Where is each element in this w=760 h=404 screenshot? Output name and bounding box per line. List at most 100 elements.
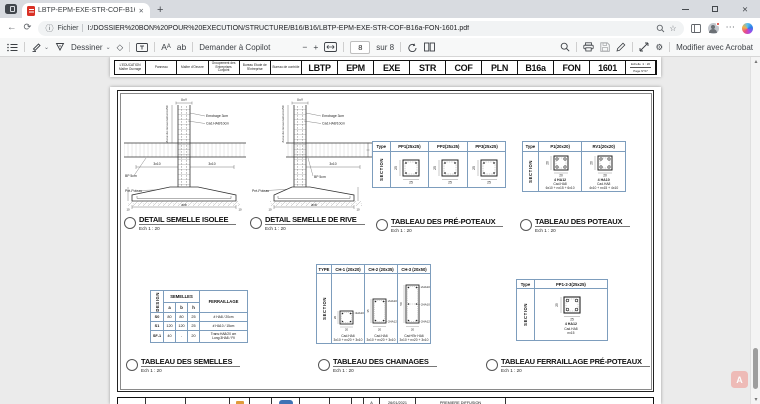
- code-cell: EXE: [374, 61, 411, 74]
- echelle-value: 1 : 20: [642, 62, 651, 66]
- read-aloud-icon[interactable]: ab: [177, 43, 186, 52]
- previous-page-strip: L'EDUCATION Maître Ouvrage Panneau Maîtr…: [110, 57, 661, 77]
- close-button[interactable]: ✕: [730, 0, 760, 18]
- toc-icon[interactable]: [7, 43, 18, 52]
- code-cell: EPM: [338, 61, 375, 74]
- section-sketch: 25 25: [472, 159, 498, 184]
- detail-semelle-rive-drawing: XxY Zone de recouvrement ≥50 Enrobage 3c…: [252, 98, 374, 212]
- revision-label-cell: PREMIERE DIFFUSION: [416, 398, 506, 404]
- print-icon[interactable]: [583, 42, 595, 52]
- group-header: SEMELLES: [163, 289, 200, 304]
- copilot-ask-button[interactable]: Demander à Copilot: [199, 43, 270, 52]
- dim-label: 10: [268, 208, 272, 212]
- dim-label: axb: [311, 203, 317, 207]
- draw-pen-icon[interactable]: [55, 42, 65, 52]
- zoom-search-icon[interactable]: [656, 24, 665, 33]
- svg-text:20: 20: [603, 173, 607, 176]
- column-header: PP3(25x25): [467, 141, 506, 152]
- scroll-down-icon[interactable]: ▾: [751, 396, 760, 403]
- browser-tab[interactable]: LBTP-EPM-EXE-STR-COF-B16a-FO ✕: [22, 3, 150, 18]
- acrobat-float-button[interactable]: A: [731, 371, 748, 388]
- column-header: CH-1 (20x20): [331, 264, 365, 274]
- sheet-page-label: Page N°: [633, 69, 645, 73]
- svg-text:20: 20: [377, 327, 381, 331]
- profile-avatar[interactable]: [707, 21, 720, 34]
- fit-width-icon[interactable]: [324, 42, 338, 52]
- zoom-out-icon[interactable]: −: [302, 43, 307, 52]
- page-info-icon[interactable]: ⓘ: [45, 23, 53, 34]
- ferraillage-header: FERRAILLAGE: [199, 290, 248, 313]
- bp-label: BP 5cm: [125, 174, 137, 178]
- section-label: SECTION: [378, 158, 384, 181]
- text-box-icon[interactable]: [136, 42, 149, 52]
- echelle-label: Echelle :: [631, 62, 643, 66]
- dim-label: 10: [238, 208, 242, 212]
- section-label: SECTION: [321, 297, 327, 320]
- dessiner-label[interactable]: Dessiner: [71, 43, 103, 52]
- edit-pen-icon[interactable]: [616, 42, 626, 52]
- company-logo: [278, 400, 293, 404]
- svg-text:2HA10: 2HA10: [421, 302, 430, 306]
- favorite-star-icon[interactable]: ☆: [669, 24, 676, 33]
- fullscreen-icon[interactable]: [639, 42, 649, 52]
- figure-title-semelle-isolee: DETAIL SEMELLE ISOLEE Ech 1 : 20: [124, 215, 237, 231]
- rebar-note: 3x10 + nx20 + 3x10: [399, 338, 429, 343]
- dim-label: 10: [356, 208, 360, 212]
- svg-text:25: 25: [487, 180, 491, 184]
- page-total-label: sur 8: [376, 42, 395, 52]
- address-bar[interactable]: ⓘ Fichier I:/DOSSIER%20BON%20POUR%20EXEC…: [38, 20, 684, 36]
- new-tab-button[interactable]: +: [157, 3, 163, 17]
- minimize-button[interactable]: [670, 0, 700, 18]
- column-header: RV1(20x20): [581, 141, 626, 152]
- sheet-header-table: L'EDUCATION Maître Ouvrage Panneau Maîtr…: [114, 60, 657, 75]
- tab-actions-button[interactable]: [0, 0, 22, 18]
- tab-title: LBTP-EPM-EXE-STR-COF-B16a-FO: [38, 7, 135, 14]
- figure-circle: [520, 219, 532, 231]
- page-view-icon[interactable]: [424, 42, 436, 52]
- font-size-icon[interactable]: Aᴬ: [161, 43, 171, 52]
- settings-gear-icon[interactable]: ⚙: [655, 43, 663, 52]
- rebar-note: 6x10 + nx15 + 6x10: [545, 186, 575, 191]
- code-cell: COF: [446, 61, 483, 74]
- more-options-icon[interactable]: ⋯: [726, 23, 736, 33]
- refresh-button[interactable]: ⟳: [24, 23, 32, 33]
- save-icon[interactable]: [600, 42, 611, 52]
- svg-text:2HA10: 2HA10: [421, 285, 430, 289]
- back-button[interactable]: ←: [7, 23, 17, 33]
- toolbar-divider: [154, 42, 156, 52]
- svg-text:20: 20: [344, 328, 348, 332]
- svg-text:25: 25: [448, 180, 452, 184]
- svg-text:20: 20: [333, 315, 337, 319]
- chevron-down-icon[interactable]: ⌄: [106, 44, 111, 51]
- figure-circle: [250, 217, 262, 229]
- scrollbar-thumb[interactable]: [753, 348, 758, 389]
- acrobat-button[interactable]: Modifier avec Acrobat: [676, 43, 753, 52]
- figure-circle: [318, 359, 330, 371]
- collections-icon[interactable]: [690, 23, 701, 33]
- highlighter-icon[interactable]: [31, 42, 41, 52]
- column-header: PP2(25x25): [428, 141, 469, 152]
- header-cell: L'EDUCATION Maître Ouvrage: [115, 61, 147, 74]
- vertical-scrollbar[interactable]: ▴ ▾: [750, 57, 760, 404]
- column-header: TYPE: [316, 264, 332, 274]
- column-header: CH-3 (20x50): [397, 264, 431, 274]
- search-icon[interactable]: [560, 42, 570, 52]
- dim-header: a: [163, 302, 176, 313]
- scroll-up-icon[interactable]: ▴: [751, 58, 760, 65]
- pdf-document-area[interactable]: L'EDUCATION Maître Ouvrage Panneau Maîtr…: [0, 57, 760, 404]
- dim-header: h: [187, 302, 200, 313]
- copilot-icon[interactable]: [742, 22, 753, 34]
- maximize-button[interactable]: [700, 0, 730, 18]
- dim-label: XxY: [181, 98, 188, 102]
- section-sketch: 2020: [546, 155, 569, 177]
- page-number-input[interactable]: [350, 40, 371, 54]
- eraser-icon[interactable]: ◇: [117, 43, 124, 52]
- rebar-note: 4x10 + nx15 + 4x10: [589, 186, 619, 191]
- svg-text:4HA10: 4HA10: [355, 311, 364, 315]
- figure-circle: [376, 219, 388, 231]
- zoom-in-icon[interactable]: +: [313, 43, 318, 52]
- pdf-page: XxY Zone de recouvrement ≥50 Enrobage 3c…: [110, 87, 661, 404]
- rotate-icon[interactable]: [407, 42, 418, 53]
- chevron-down-icon[interactable]: ⌄: [44, 44, 49, 51]
- tab-close-icon[interactable]: ✕: [138, 7, 145, 15]
